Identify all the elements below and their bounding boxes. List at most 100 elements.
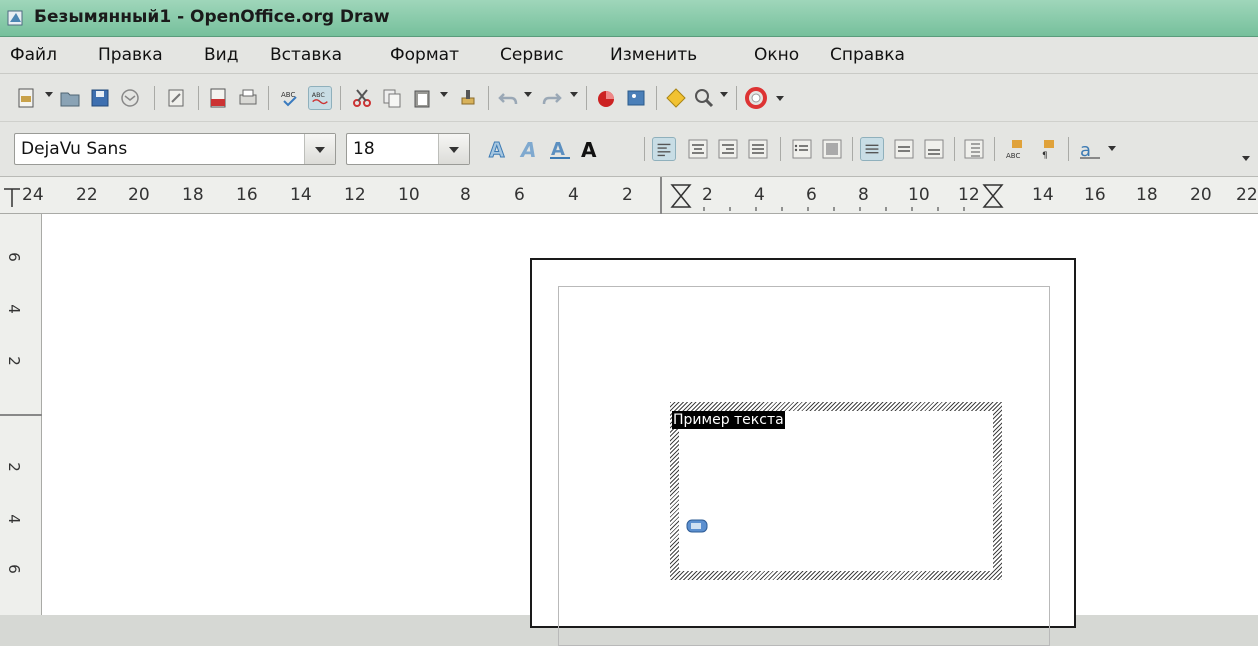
font-name-dropdown-icon[interactable] — [304, 134, 335, 164]
ruler-label: 22 — [76, 185, 98, 205]
menu-edit[interactable]: Правка — [98, 45, 163, 65]
gallery-icon[interactable] — [624, 86, 648, 110]
ruler-label: 2 — [622, 185, 633, 205]
menu-format[interactable]: Формат — [390, 45, 459, 65]
zoom-icon[interactable] — [692, 86, 716, 110]
character-icon[interactable]: ABC — [1004, 137, 1028, 161]
paste-dropdown-icon[interactable] — [440, 92, 448, 97]
points-icon[interactable] — [664, 86, 688, 110]
left-indent-marker-icon[interactable] — [670, 183, 692, 209]
help-icon[interactable] — [744, 86, 768, 110]
undo-dropdown-icon[interactable] — [524, 92, 532, 97]
align-middle-icon[interactable] — [892, 137, 916, 161]
menu-insert[interactable]: Вставка — [270, 45, 342, 65]
copy-icon[interactable] — [380, 86, 404, 110]
svg-text:¶: ¶ — [1042, 151, 1048, 161]
horizontal-ruler[interactable]: 24 22 20 18 16 14 12 10 8 6 4 2 2 4 6 8 … — [0, 177, 1258, 214]
new-document-icon[interactable] — [14, 86, 38, 110]
ruler-label: 4 — [4, 514, 23, 524]
align-bottom-icon[interactable] — [922, 137, 946, 161]
redo-icon[interactable] — [540, 86, 564, 110]
line-spacing-icon[interactable] — [962, 137, 986, 161]
edit-file-icon[interactable] — [164, 86, 188, 110]
fontwork-icon[interactable]: a — [1078, 137, 1102, 161]
font-size-dropdown-icon[interactable] — [438, 134, 469, 164]
toolbar-separator — [994, 137, 995, 161]
toolbar-overflow-icon[interactable] — [776, 96, 784, 101]
align-left-icon[interactable] — [652, 137, 676, 161]
area-style-icon[interactable] — [820, 137, 844, 161]
right-indent-marker-icon[interactable] — [982, 183, 1004, 209]
zoom-dropdown-icon[interactable] — [720, 92, 728, 97]
font-name-combobox[interactable]: DejaVu Sans — [14, 133, 336, 165]
clone-formatting-icon[interactable] — [456, 86, 480, 110]
toolbar-separator — [1068, 137, 1069, 161]
font-size-combobox[interactable]: 18 — [346, 133, 470, 165]
align-center-icon[interactable] — [686, 137, 710, 161]
drawing-page[interactable]: Пример текста — [530, 258, 1076, 646]
svg-text:ABC: ABC — [281, 91, 295, 99]
chart-icon[interactable] — [594, 86, 618, 110]
svg-text:ABC: ABC — [312, 91, 326, 99]
paragraph-icon[interactable]: ¶ — [1036, 137, 1060, 161]
bullets-icon[interactable] — [790, 137, 814, 161]
vertical-ruler[interactable]: 6 4 2 2 4 6 — [0, 214, 42, 615]
formatting-toolbar: DejaVu Sans 18 A A A A ABC ¶ a — [0, 122, 1258, 177]
toolbar-separator — [198, 86, 199, 110]
menu-file[interactable]: Файл — [10, 45, 57, 65]
menu-modify[interactable]: Изменить — [610, 45, 697, 65]
svg-text:A: A — [581, 138, 597, 161]
bold-font-icon[interactable]: A — [578, 137, 602, 161]
print-icon[interactable] — [236, 86, 260, 110]
toolbar-separator — [268, 86, 269, 110]
toolbar-separator — [656, 86, 657, 110]
paste-icon[interactable] — [410, 86, 434, 110]
toolbar-separator — [154, 86, 155, 110]
svg-text:ABC: ABC — [1006, 152, 1020, 160]
ruler-label: 18 — [1136, 185, 1158, 205]
menu-help[interactable]: Справка — [830, 45, 905, 65]
ruler-label: 6 — [514, 185, 525, 205]
cut-icon[interactable] — [350, 86, 374, 110]
export-pdf-icon[interactable] — [206, 86, 230, 110]
ruler-label: 6 — [4, 252, 23, 262]
ruler-label: 24 — [22, 185, 44, 205]
save-icon[interactable] — [88, 86, 112, 110]
toolbar-overflow-icon[interactable] — [1242, 156, 1250, 161]
selected-sample-text[interactable]: Пример текста — [672, 411, 785, 429]
redo-dropdown-icon[interactable] — [570, 92, 578, 97]
menu-view[interactable]: Вид — [204, 45, 238, 65]
justify-icon[interactable] — [746, 137, 770, 161]
underline-font-icon[interactable]: A — [548, 137, 572, 161]
font-name-value: DejaVu Sans — [21, 139, 128, 159]
page-edge-marker — [660, 177, 662, 214]
page-edge-marker — [0, 414, 42, 416]
drawing-workspace[interactable]: Пример текста — [42, 214, 1258, 646]
spellcheck-icon[interactable]: ABC — [278, 86, 302, 110]
fontwork-dropdown-icon[interactable] — [1108, 146, 1116, 151]
align-right-icon[interactable] — [716, 137, 740, 161]
outline-font-icon[interactable]: A — [486, 137, 510, 162]
menu-bar: Файл Правка Вид Вставка Формат Сервис Из… — [0, 37, 1258, 74]
new-dropdown-icon[interactable] — [45, 92, 53, 97]
ruler-label: 14 — [1032, 185, 1054, 205]
standard-toolbar: ABC ABC — [0, 74, 1258, 122]
email-document-icon[interactable] — [118, 86, 142, 110]
open-folder-icon[interactable] — [58, 86, 82, 110]
toolbar-separator — [736, 86, 737, 110]
svg-text:A: A — [519, 138, 536, 161]
ruler-label: 12 — [344, 185, 366, 205]
ruler-label: 14 — [290, 185, 312, 205]
undo-icon[interactable] — [496, 86, 520, 110]
svg-text:A: A — [489, 138, 505, 161]
shadow-font-icon[interactable]: A — [518, 137, 542, 161]
text-box-area[interactable] — [679, 411, 993, 571]
menu-window[interactable]: Окно — [754, 45, 799, 65]
ruler-origin-icon — [4, 188, 20, 207]
menu-tools[interactable]: Сервис — [500, 45, 564, 65]
align-top-icon[interactable] — [860, 137, 884, 161]
auto-spellcheck-icon[interactable]: ABC — [308, 86, 332, 110]
ruler-label: 4 — [568, 185, 579, 205]
openoffice-draw-icon[interactable] — [6, 8, 26, 28]
ruler-label: 6 — [4, 564, 23, 574]
